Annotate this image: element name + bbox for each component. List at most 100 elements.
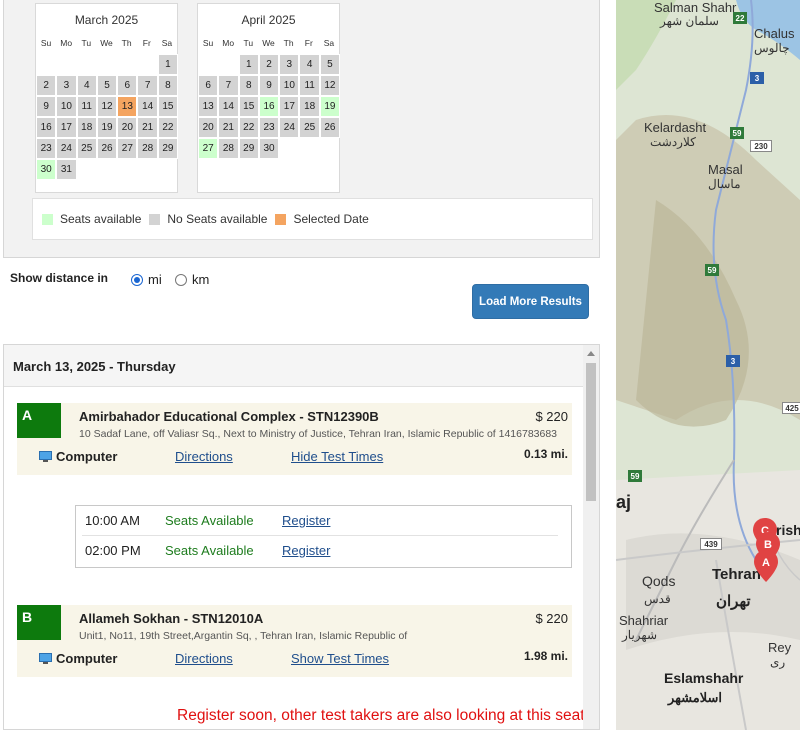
seat-status: Seats Available [165, 543, 254, 558]
scroll-up-arrow-icon[interactable] [587, 351, 595, 356]
calendar-day-available[interactable]: 19 [319, 96, 341, 117]
site-name: Amirbahador Educational Complex - STN123… [79, 409, 379, 424]
radio-km-label[interactable]: km [192, 272, 209, 287]
weekday-label: Fr [142, 38, 151, 48]
map-label-rey: Rey [768, 640, 792, 655]
legend-none-label: No Seats available [167, 212, 268, 226]
calendar-day-available[interactable]: 27 [198, 138, 219, 159]
calendar-day-unavailable: 21 [137, 117, 158, 138]
calendar-day-unavailable: 28 [218, 138, 239, 159]
show-test-times-link[interactable]: Show Test Times [291, 651, 389, 666]
calendar-day-unavailable: 25 [76, 138, 97, 159]
calendar-day-unavailable: 20 [117, 117, 138, 138]
test-time: 02:00 PM [85, 543, 141, 558]
available-swatch [42, 213, 53, 225]
calendar-day-unavailable: 7 [137, 75, 158, 96]
road-shield: 59 [628, 470, 642, 482]
calendar-empty-cell [56, 54, 77, 75]
register-link[interactable]: Register [282, 543, 330, 558]
weekday-label: Fr [304, 38, 313, 48]
calendar-day-unavailable: 20 [198, 117, 219, 138]
road-shield: 439 [700, 538, 722, 550]
road-shield: 3 [750, 72, 764, 84]
road-shield: 59 [730, 127, 744, 139]
map-label-qods: Qods [642, 573, 676, 589]
calendar-day-unavailable: 4 [299, 54, 320, 75]
calendar-day-unavailable: 8 [157, 75, 179, 96]
hide-test-times-link[interactable]: Hide Test Times [291, 449, 383, 464]
test-time-row: 02:00 PM Seats Available Register [82, 536, 558, 566]
weekday-label: Th [283, 38, 294, 48]
results-scrollbar[interactable] [583, 345, 599, 729]
weekday-label: Sa [161, 38, 173, 48]
weekday-header: Su Mo Tu We Th Fr Sa [198, 36, 339, 54]
calendar-day-unavailable: 22 [157, 117, 179, 138]
radio-km[interactable] [175, 274, 187, 286]
calendar-day-unavailable: 12 [96, 96, 118, 117]
register-link[interactable]: Register [282, 513, 330, 528]
calendar-day-unavailable: 29 [238, 138, 259, 159]
map-label-kelardasht: Kelardasht [644, 120, 707, 135]
calendar-day-unavailable: 7 [218, 75, 239, 96]
road-shield: 59 [705, 264, 719, 276]
weekday-header: Su Mo Tu We Th Fr Sa [36, 36, 177, 54]
site-test-type: Computer [39, 651, 117, 666]
site-address: 10 Sadaf Lane, off Valiasr Sq., Next to … [79, 428, 558, 440]
road-shield: 22 [733, 12, 747, 24]
radio-mi[interactable] [131, 274, 143, 286]
calendar-day-unavailable: 10 [279, 75, 300, 96]
calendar-day-unavailable: 2 [36, 75, 57, 96]
calendar-empty-cell [137, 54, 158, 75]
legend-available-label: Seats available [60, 212, 142, 226]
calendar-day-unavailable: 1 [238, 54, 259, 75]
calendar-month-april: April 2025 Su Mo Tu We Th Fr Sa 1 2 3 4 5 6 7 8 9 10 11 1… [197, 3, 341, 193]
map-view[interactable]: Salman Shahr سلمان شهر Chalus چالوس Kela… [616, 0, 800, 730]
calendar-day-unavailable: 13 [198, 96, 219, 117]
calendar-day-unavailable: 18 [76, 117, 97, 138]
results-panel[interactable]: March 13, 2025 - Thursday A Amirbahador … [3, 344, 600, 730]
seat-status: Seats Available [165, 513, 254, 528]
site-price: $ 220 [535, 409, 568, 424]
site-letter-badge: A [17, 403, 61, 438]
calendar-day-unavailable: 28 [137, 138, 158, 159]
load-more-button[interactable]: Load More Results [472, 284, 589, 319]
weekday-label: Sa [323, 38, 335, 48]
scroll-thumb[interactable] [586, 363, 596, 501]
calendar-empty-cell [117, 54, 138, 75]
map-pin-a-icon[interactable]: A [754, 550, 778, 582]
calendar-day-available[interactable]: 30 [36, 159, 57, 180]
map-label-eslamshahr: Eslamshahr [664, 670, 744, 686]
weekday-label: Su [202, 38, 214, 48]
radio-mi-label[interactable]: mi [148, 272, 162, 287]
calendar-day-unavailable: 29 [157, 138, 179, 159]
calendar-day-unavailable: 9 [36, 96, 57, 117]
weekday-label: Mo [60, 38, 73, 48]
calendar-day-selected[interactable]: 13 [117, 96, 138, 117]
calendar-empty-cell [96, 54, 118, 75]
test-times-list: 10:00 AM Seats Available Register 02:00 … [75, 505, 572, 568]
legend-selected: Selected Date [275, 212, 369, 226]
weekday-label: Mo [222, 38, 235, 48]
road-shield: 230 [750, 140, 772, 152]
calendar-day-unavailable: 10 [56, 96, 77, 117]
calendar-day-unavailable: 2 [258, 54, 280, 75]
legend-none: No Seats available [149, 212, 267, 226]
calendar-day-available[interactable]: 16 [258, 96, 280, 117]
map-label-kelardasht-fa: کلاردشت [650, 135, 696, 149]
day-grid: 1 2 3 4 5 6 7 8 9 10 11 12 13 14 15 16 17 18 19 20 21 22 23 24 2… [36, 54, 179, 180]
results-date-header: March 13, 2025 - Thursday [4, 345, 584, 387]
directions-link[interactable]: Directions [175, 449, 233, 464]
map-label-chalus: Chalus [754, 26, 795, 41]
test-center-card: B Allameh Sokhan - STN12010A Unit1, No11… [17, 605, 572, 677]
map-label-shahriar-fa: شهریار [622, 628, 657, 642]
computer-icon [39, 653, 52, 664]
calendar-day-unavailable: 17 [279, 96, 300, 117]
directions-link[interactable]: Directions [175, 651, 233, 666]
calendar-day-unavailable: 1 [157, 54, 179, 75]
map-label-eslamshahr-fa: اسلامشهر [668, 690, 722, 705]
calendar-day-unavailable: 24 [279, 117, 300, 138]
register-soon-warning: Register soon, other test takers are als… [177, 707, 589, 724]
selected-swatch [275, 213, 287, 225]
calendar-day-unavailable: 16 [36, 117, 57, 138]
calendar-day-unavailable: 23 [36, 138, 57, 159]
